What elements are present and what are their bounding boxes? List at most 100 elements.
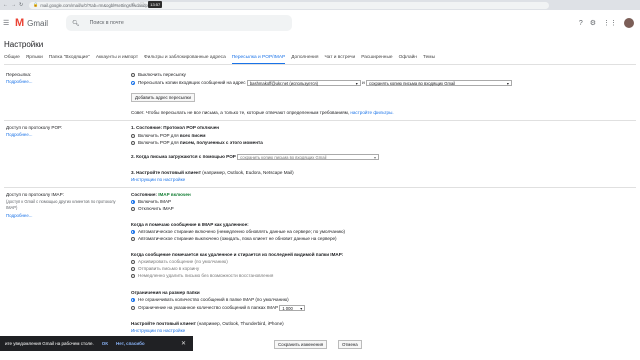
forward-arrow-icon[interactable]: →: [11, 2, 16, 8]
tab-addons[interactable]: Дополнения: [291, 55, 318, 64]
forwarding-keep-select[interactable]: сохранять копию письма во входящих Gmail…: [365, 80, 512, 86]
page-title: Настройки: [4, 40, 44, 49]
imap-instructions-link[interactable]: Инструкции по настройке: [131, 328, 185, 333]
imap-disable-option[interactable]: Отключить IMAP: [131, 206, 174, 211]
pop-action-select[interactable]: сохранить копию письма во входящих Gmail…: [237, 154, 380, 160]
pop-client-row: 3. Настройте почтовый клиент (например, …: [131, 170, 294, 175]
lock-icon: 🔒: [33, 2, 39, 7]
desktop-notifications-toast: ите уведомления Gmail на рабочем столе. …: [0, 336, 193, 351]
tab-inbox[interactable]: Папка "Входящие": [49, 55, 90, 64]
pop-instructions-link[interactable]: Инструкции по настройке: [131, 177, 185, 182]
help-icon[interactable]: ?: [579, 20, 583, 27]
add-forwarding-address-button[interactable]: Добавить адрес пересылки: [131, 93, 195, 102]
imap-status-badge: IMAP включен: [158, 192, 191, 197]
browser-toolbar: ← → ↻ 🔒 mail.google.com/mail/u/0/?tab=rm…: [0, 0, 640, 10]
imap-label: Доступ по протоколу IMAP:: [6, 192, 64, 197]
tab-chat-meet[interactable]: Чат и встречи: [324, 55, 355, 64]
imap-limit-radio[interactable]: [131, 305, 135, 310]
chevron-down-icon: ▾: [374, 155, 377, 160]
forwarding-off-radio[interactable]: [131, 72, 135, 77]
toast-ok-button[interactable]: ОК: [102, 341, 108, 346]
gmail-logo[interactable]: M Gmail: [15, 17, 48, 29]
imap-no-limit-option[interactable]: Не ограничивать количество сообщений в п…: [131, 297, 289, 302]
imap-delete-forever-option[interactable]: Немедленно удалить письмо без возможност…: [131, 273, 273, 278]
settings-tabs: Общие Ярлыки Папка "Входящие" Аккаунты и…: [4, 55, 636, 65]
forwarding-on-radio[interactable]: [131, 80, 135, 85]
imap-expunge-off-option[interactable]: Автоматическое стирание выключено (ожида…: [131, 236, 337, 241]
header-actions: ? ⚙ ⋮⋮: [579, 18, 634, 28]
tab-general[interactable]: Общие: [4, 55, 20, 64]
create-filters-link[interactable]: настройте фильтры.: [350, 110, 393, 115]
gmail-m-icon: M: [15, 17, 25, 29]
gmail-header: ☰ M Gmail 🔍︎ Поиск в почте ? ⚙ ⋮⋮: [0, 10, 640, 36]
pop-download-row: 2. Когда письма загружаются с помощью PO…: [131, 154, 380, 160]
search-input[interactable]: Поиск в почте: [90, 20, 124, 26]
clock-overlay: 13:57: [148, 1, 163, 8]
tab-advanced[interactable]: Расширенные: [361, 55, 392, 64]
chevron-down-icon: ▾: [300, 306, 303, 311]
tab-filters[interactable]: Фильтры и заблокированные адреса: [144, 55, 226, 64]
divider: [4, 120, 636, 121]
imap-expunged-title: Когда сообщение помечается как удаленное…: [131, 252, 344, 257]
imap-limit-option[interactable]: Ограничение на указанное количество сооб…: [131, 305, 306, 311]
tab-themes[interactable]: Темы: [423, 55, 435, 64]
browser-right: ☆ ⬚ 13:57: [131, 1, 638, 8]
imap-trash-radio[interactable]: [131, 266, 135, 271]
back-arrow-icon[interactable]: ←: [3, 2, 8, 8]
search-icon[interactable]: 🔍︎: [72, 20, 80, 27]
chevron-down-icon: ▾: [506, 81, 509, 86]
imap-delete-title: Когда я помечаю сообщение в IMAP как уда…: [131, 222, 249, 227]
reload-icon[interactable]: ↻: [19, 2, 23, 8]
pop-all-option[interactable]: Включить POP для всех писем: [131, 133, 206, 138]
avatar[interactable]: [624, 18, 634, 28]
imap-client-row: Настройте почтовый клиент (например, Out…: [131, 321, 284, 326]
toast-text: ите уведомления Gmail на рабочем столе.: [5, 341, 94, 346]
pop-label: Доступ по протоколу POP:: [6, 125, 63, 130]
save-changes-button[interactable]: Сохранить изменения: [274, 340, 328, 349]
main-menu-icon[interactable]: ☰: [3, 19, 13, 27]
apps-grid-icon[interactable]: ⋮⋮: [603, 19, 617, 27]
imap-enable-option[interactable]: Включить IMAP: [131, 199, 171, 204]
pop-more-link[interactable]: Подробнее...: [6, 132, 32, 137]
pop-status: 1. Состояние: Протокол POP отключен: [131, 125, 220, 130]
pop-from-now-radio[interactable]: [131, 140, 135, 145]
imap-limit-select[interactable]: 1 000 ▾: [279, 305, 306, 311]
imap-disable-radio[interactable]: [131, 206, 135, 211]
imap-expunge-on-radio[interactable]: [131, 229, 135, 234]
forwarding-more-link[interactable]: Подробнее...: [6, 79, 32, 84]
forwarding-off-option[interactable]: Выключить пересылку: [131, 72, 186, 77]
imap-trash-option[interactable]: Отправить письмо в корзину: [131, 266, 199, 271]
forwarding-address-select[interactable]: bashmakoff@ukr.net (используется) ▾: [246, 80, 361, 86]
pop-from-now-option[interactable]: Включить POP для писем, полученных с это…: [131, 140, 263, 145]
imap-archive-radio[interactable]: [131, 259, 135, 264]
gmail-wordmark: Gmail: [27, 18, 49, 28]
forwarding-label: Пересылка:: [6, 72, 32, 77]
imap-enable-radio[interactable]: [131, 199, 135, 204]
tab-offline[interactable]: Офлайн: [399, 55, 417, 64]
tab-labels[interactable]: Ярлыки: [26, 55, 43, 64]
tab-accounts[interactable]: Аккаунты и импорт: [96, 55, 138, 64]
forwarding-on-option[interactable]: Пересылать копии входящих сообщений на а…: [131, 80, 512, 86]
divider: [4, 187, 636, 188]
browser-nav: ← → ↻: [0, 2, 23, 8]
imap-delete-forever-radio[interactable]: [131, 273, 135, 278]
imap-expunge-off-radio[interactable]: [131, 236, 135, 241]
imap-expunge-on-option[interactable]: Автоматическое стирание включено (немедл…: [131, 229, 345, 234]
imap-archive-option[interactable]: Архивировать сообщение (по умолчанию): [131, 259, 228, 264]
forwarding-tip: Совет. Чтобы пересылать не все письма, а…: [131, 110, 394, 115]
cancel-button[interactable]: Отмена: [338, 340, 362, 349]
close-icon[interactable]: ✕: [181, 340, 186, 347]
toast-no-thanks-button[interactable]: Нет, спасибо: [116, 341, 145, 346]
tab-forwarding-pop-imap[interactable]: Пересылка и POP/IMAP: [231, 55, 286, 64]
imap-no-limit-radio[interactable]: [131, 297, 135, 302]
imap-limit-title: Ограничения на размер папки: [131, 290, 200, 295]
extension-icon[interactable]: ⬚: [139, 2, 144, 8]
imap-more-link[interactable]: Подробнее...: [6, 213, 32, 218]
search-bar[interactable]: 🔍︎ Поиск в почте: [66, 15, 292, 31]
imap-status: Состояние: IMAP включен: [131, 192, 191, 197]
settings-gear-icon[interactable]: ⚙: [590, 19, 596, 27]
chevron-down-icon: ▾: [355, 81, 358, 86]
pop-all-radio[interactable]: [131, 133, 135, 138]
imap-note: (доступ к Gmail с помощью других клиенто…: [6, 199, 116, 210]
star-icon[interactable]: ☆: [131, 2, 135, 8]
